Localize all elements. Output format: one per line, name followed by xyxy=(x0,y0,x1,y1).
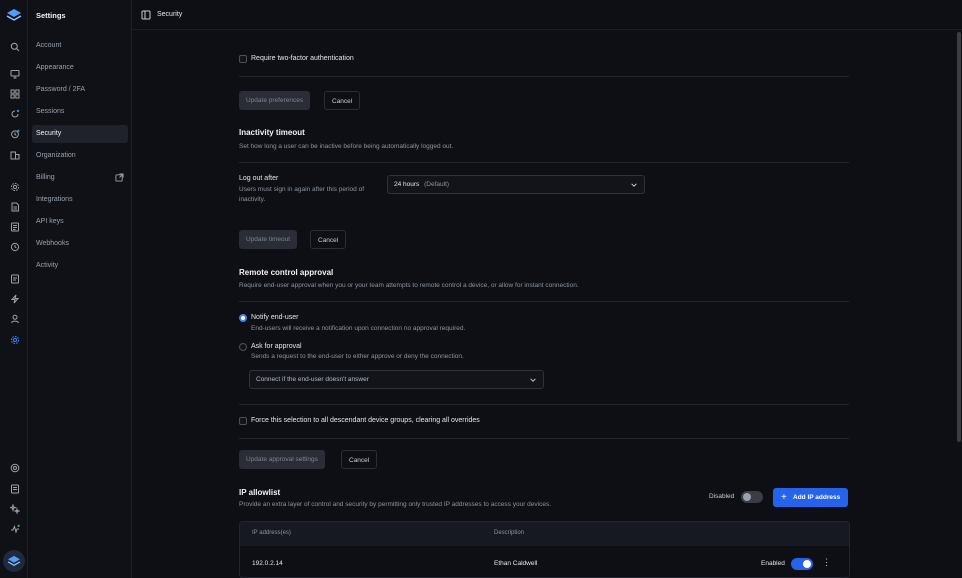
notify-end-user-help: End-users will receive a notification up… xyxy=(251,325,466,332)
notify-end-user-label: Notify end-user xyxy=(251,314,299,321)
plus-icon: + xyxy=(781,492,787,503)
document-icon[interactable] xyxy=(9,201,20,212)
force-selection-label: Force this selection to all descendant d… xyxy=(251,417,480,424)
two-factor-checkbox[interactable] xyxy=(239,55,247,63)
ip-allowlist-table: IP address(es) Description 192.0.2.14 Et… xyxy=(239,521,850,578)
settings-cog-icon[interactable] xyxy=(9,181,20,192)
sparkle-icon[interactable] xyxy=(9,503,20,514)
scrollbar[interactable] xyxy=(956,30,962,578)
icon-rail xyxy=(0,0,28,578)
ip-allowlist-title: IP allowlist xyxy=(239,488,281,497)
help-circle-icon[interactable] xyxy=(9,462,20,473)
logout-after-label: Log out after xyxy=(239,175,279,182)
external-link-icon xyxy=(115,173,124,182)
sidebar-item-appearance[interactable]: Appearance xyxy=(32,59,128,77)
sidebar-title: Settings xyxy=(36,11,66,20)
add-ip-address-button[interactable]: + Add IP address xyxy=(773,488,849,507)
fallback-select-value: Connect if the end-user doesn't answer xyxy=(256,376,369,383)
sidebar-item-api-keys[interactable]: API keys xyxy=(32,213,128,231)
select-value: 24 hours xyxy=(394,181,420,188)
workspace-logo-icon[interactable] xyxy=(3,550,25,572)
inactivity-description: Set how long a user can be inactive befo… xyxy=(239,143,454,150)
sidebar-item-label: Billing xyxy=(36,174,55,181)
sidebar-item-activity[interactable]: Activity xyxy=(32,257,128,275)
chevron-down-icon xyxy=(530,378,536,382)
update-timeout-button[interactable]: Update timeout xyxy=(239,230,298,249)
settings-sidebar: Settings Account Appearance Password / 2… xyxy=(28,0,132,578)
list-doc-icon[interactable] xyxy=(9,221,20,232)
column-header-ip: IP address(es) xyxy=(252,530,291,536)
building-icon[interactable] xyxy=(9,149,20,160)
security-content: Require two-factor authentication Update… xyxy=(132,30,956,578)
sidebar-item-account[interactable]: Account xyxy=(32,37,128,55)
ip-allowlist-toggle-label: Disabled xyxy=(709,493,735,500)
settings-gear-icon-active[interactable] xyxy=(9,334,20,345)
notes-icon[interactable] xyxy=(9,483,20,494)
page-title: Security xyxy=(157,11,183,18)
two-factor-label: Require two-factor authentication xyxy=(251,55,354,62)
description-cell: Ethan Caldwell xyxy=(494,560,538,567)
inactivity-title: Inactivity timeout xyxy=(239,128,305,137)
ip-allowlist-toggle[interactable] xyxy=(741,491,763,503)
notify-end-user-radio[interactable] xyxy=(239,314,247,322)
update-preferences-button[interactable]: Update preferences xyxy=(239,91,311,110)
report-icon[interactable] xyxy=(9,273,20,284)
row-status-label: Enabled xyxy=(761,560,785,567)
monitor-icon[interactable] xyxy=(9,68,20,79)
logout-after-help: Users must sign in again after this peri… xyxy=(239,186,365,203)
sidebar-toggle-icon[interactable] xyxy=(141,10,151,20)
refresh-notify-icon[interactable] xyxy=(9,108,20,119)
more-options-icon[interactable]: ⋮ xyxy=(822,557,831,568)
ask-approval-radio[interactable] xyxy=(239,343,247,351)
table-header: IP address(es) Description xyxy=(240,522,849,546)
sidebar-item-organization[interactable]: Organization xyxy=(32,147,128,165)
column-header-description: Description xyxy=(494,530,525,536)
scrollbar-thumb[interactable] xyxy=(957,32,961,442)
history-icon[interactable] xyxy=(9,241,20,252)
grid-icon[interactable] xyxy=(9,88,20,99)
row-enabled-toggle[interactable] xyxy=(791,558,813,570)
sidebar-item-integrations[interactable]: Integrations xyxy=(32,191,128,209)
cancel-preferences-button[interactable]: Cancel xyxy=(324,91,361,110)
divider xyxy=(239,438,849,439)
user-icon[interactable] xyxy=(9,313,20,324)
update-approval-button[interactable]: Update approval settings xyxy=(239,450,325,469)
lightning-icon[interactable] xyxy=(9,293,20,304)
sidebar-item-sessions[interactable]: Sessions xyxy=(32,103,128,121)
remote-description: Require end-user approval when you or yo… xyxy=(239,282,579,289)
sidebar-item-billing[interactable]: Billing xyxy=(32,169,128,187)
ask-approval-help: Sends a request to the end-user to eithe… xyxy=(251,353,464,360)
search-icon[interactable] xyxy=(9,41,20,52)
add-ip-address-label: Add IP address xyxy=(793,494,841,501)
ask-approval-label: Ask for approval xyxy=(251,343,302,350)
activity-icon[interactable] xyxy=(9,523,20,534)
fallback-select[interactable]: Connect if the end-user doesn't answer xyxy=(249,370,544,389)
logout-after-select[interactable]: 24 hours (Default) xyxy=(387,175,645,194)
select-suffix: (Default) xyxy=(424,181,450,188)
clipped-text xyxy=(239,26,359,30)
sidebar-item-security[interactable]: Security xyxy=(32,125,128,143)
divider xyxy=(239,301,849,302)
app-logo-icon[interactable] xyxy=(6,8,22,22)
cancel-timeout-button[interactable]: Cancel xyxy=(310,230,347,249)
divider xyxy=(239,76,849,77)
cancel-approval-button[interactable]: Cancel xyxy=(341,450,378,469)
sidebar-item-webhooks[interactable]: Webhooks xyxy=(32,235,128,253)
alert-clock-icon[interactable] xyxy=(9,128,20,139)
force-selection-checkbox[interactable] xyxy=(239,417,247,425)
ip-allowlist-description: Provide an extra layer of control and se… xyxy=(239,501,552,508)
toggle-knob xyxy=(803,560,811,568)
divider xyxy=(239,404,849,405)
divider xyxy=(239,162,849,163)
toggle-knob xyxy=(743,493,751,501)
chevron-down-icon xyxy=(631,183,637,187)
sidebar-item-password-2fa[interactable]: Password / 2FA xyxy=(32,81,128,99)
ip-cell: 192.0.2.14 xyxy=(252,560,283,567)
remote-title: Remote control approval xyxy=(239,268,334,277)
